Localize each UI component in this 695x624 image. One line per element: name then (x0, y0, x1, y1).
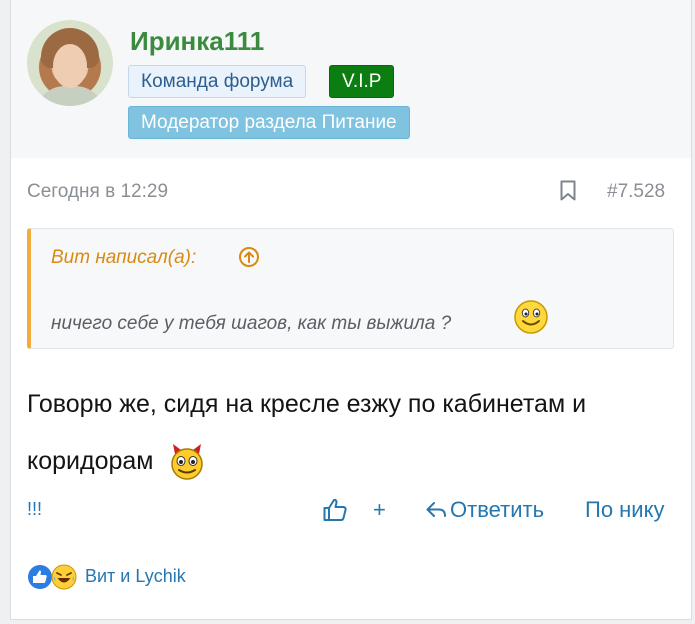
bookmark-icon[interactable] (560, 180, 576, 201)
signature: !!! (27, 499, 43, 519)
quote-text: ничего себе у тебя шагов, как ты выжила … (51, 313, 452, 334)
post-date[interactable]: Сегодня в 12:29 (27, 181, 168, 203)
arrow-up-circle-icon[interactable] (238, 246, 260, 268)
smile-icon (514, 300, 548, 334)
like-icon[interactable] (322, 497, 348, 523)
username[interactable]: Иринка111 (130, 26, 264, 57)
reply-icon (426, 502, 446, 517)
badge-team: Команда форума (128, 65, 307, 98)
forum-post: Иринка111 Команда форума V.I.P Модератор… (10, 0, 692, 620)
quote-block: Вит написал(а): ничего себе у тебя шагов… (27, 228, 674, 349)
add-button[interactable]: + (373, 497, 386, 523)
badge-moderator: Модератор раздела Питание (128, 106, 410, 139)
devil-smile-icon (171, 444, 204, 481)
reply-button[interactable]: Ответить (425, 497, 544, 523)
reaction-laugh-icon (51, 564, 77, 590)
badge-vip: V.I.P (329, 65, 395, 98)
reply-label: Ответить (450, 497, 545, 522)
quote-by-nick-button[interactable]: По нику (585, 497, 664, 523)
reaction-names[interactable]: Вит и Lychik (85, 566, 186, 587)
message-body: Говорю же, сидя на кресле езжу по кабине… (27, 376, 677, 490)
message-text: Говорю же, сидя на кресле езжу по кабине… (27, 390, 587, 475)
avatar[interactable] (27, 20, 113, 106)
reaction-like-icon (28, 565, 52, 589)
quote-author[interactable]: Вит написал(а): (51, 247, 196, 269)
user-info: Иринка111 Команда форума V.I.P Модератор… (11, 0, 691, 158)
post-number[interactable]: #7.528 (607, 181, 665, 203)
